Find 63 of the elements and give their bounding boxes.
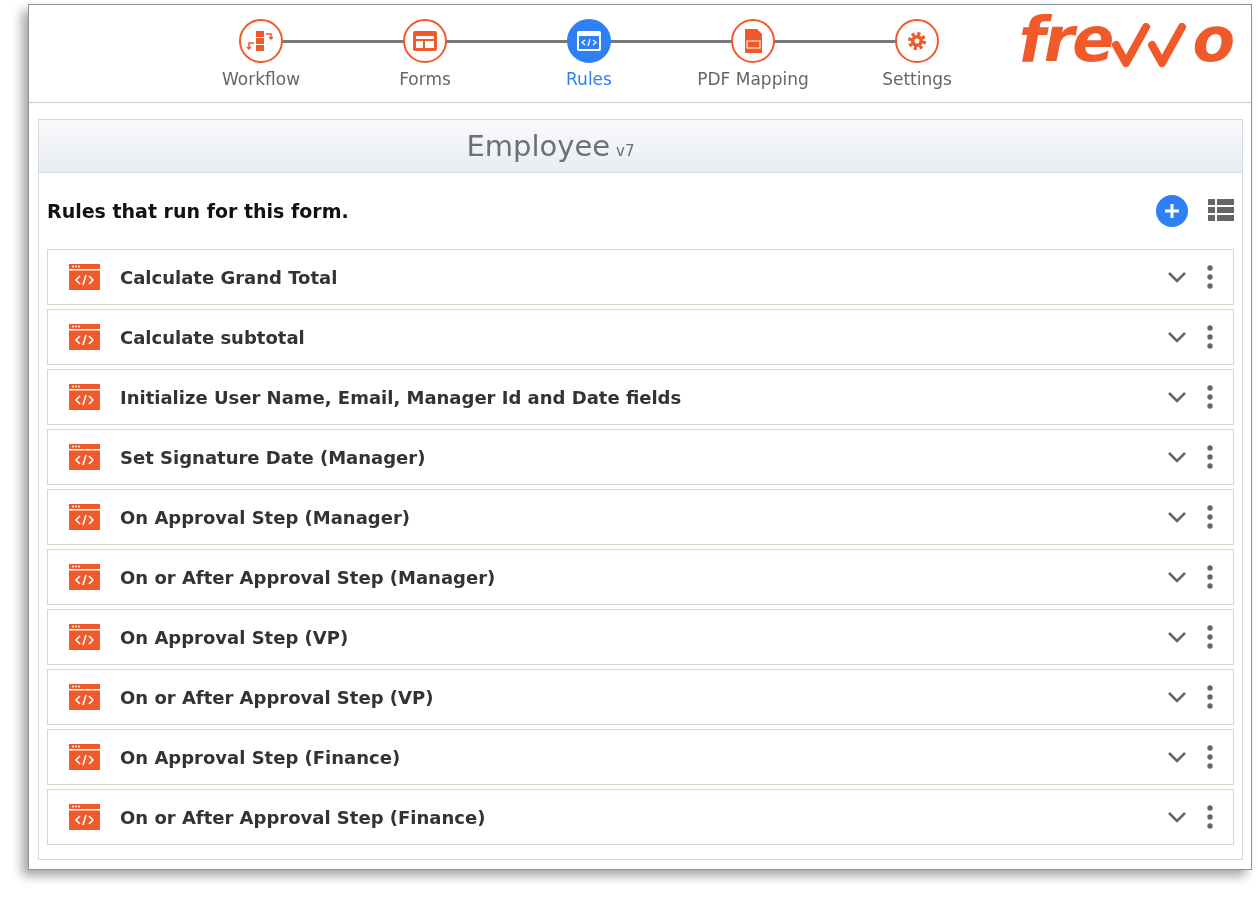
rule-row[interactable]: On or After Approval Step (Finance)	[47, 789, 1234, 845]
chevron-button[interactable]	[1167, 631, 1187, 643]
rule-row[interactable]: Set Signature Date (Manager)	[47, 429, 1234, 485]
rule-name: On or After Approval Step (Finance)	[120, 806, 487, 828]
rule-row[interactable]: On Approval Step (Manager)	[47, 489, 1234, 545]
chevron-button[interactable]	[1167, 511, 1187, 523]
chevron-button[interactable]	[1167, 391, 1187, 403]
more-options-button[interactable]	[1207, 265, 1213, 289]
code-window-icon	[69, 444, 100, 470]
chevron-button[interactable]	[1167, 451, 1187, 463]
code-window-icon	[69, 624, 100, 650]
chevron-button[interactable]	[1167, 571, 1187, 583]
code-window-icon	[69, 804, 100, 830]
more-options-button[interactable]	[1207, 505, 1213, 529]
rule-row[interactable]: Calculate Grand Total	[47, 249, 1234, 305]
chevron-button[interactable]	[1167, 751, 1187, 763]
plus-icon	[1164, 203, 1180, 219]
rule-name: On Approval Step (VP)	[120, 626, 350, 648]
form-version: v7	[616, 142, 635, 160]
more-options-button[interactable]	[1207, 565, 1213, 589]
add-button[interactable]	[1156, 195, 1188, 227]
more-options-button[interactable]	[1207, 385, 1213, 409]
rule-name: Initialize User Name, Email, Manager Id and Date fields	[120, 386, 683, 408]
more-options-button[interactable]	[1207, 745, 1213, 769]
more-options-button[interactable]	[1207, 805, 1213, 829]
code-window-icon	[69, 564, 100, 590]
more-options-button[interactable]	[1207, 445, 1213, 469]
code-window-icon	[69, 324, 100, 350]
chevron-button[interactable]	[1167, 331, 1187, 343]
rule-row[interactable]: Calculate subtotal	[47, 309, 1234, 365]
chevron-button[interactable]	[1167, 811, 1187, 823]
code-window-icon	[69, 684, 100, 710]
rule-name: Calculate Grand Total	[120, 266, 339, 288]
list-view-button[interactable]	[1208, 198, 1234, 224]
chevron-button[interactable]	[1167, 691, 1187, 703]
rule-name: Set Signature Date (Manager)	[120, 446, 427, 468]
rule-row[interactable]: Initialize User Name, Email, Manager Id and Date fields	[47, 369, 1234, 425]
step-tab[interactable]: Rules	[507, 19, 671, 89]
rule-name: On or After Approval Step (Manager)	[120, 566, 497, 588]
rules-heading: Rules that run for this form.	[47, 200, 350, 222]
rule-name: On or After Approval Step (VP)	[120, 686, 435, 708]
rule-row[interactable]: On Approval Step (VP)	[47, 609, 1234, 665]
rule-row[interactable]: On or After Approval Step (Manager)	[47, 549, 1234, 605]
step-tab[interactable]: PDF Mapping	[671, 19, 835, 89]
rule-row[interactable]: On or After Approval Step (VP)	[47, 669, 1234, 725]
list-icon	[1208, 198, 1234, 221]
more-options-button[interactable]	[1207, 625, 1213, 649]
chevron-button[interactable]	[1167, 271, 1187, 283]
form-title: Employee	[466, 129, 611, 163]
code-window-icon	[69, 504, 100, 530]
step-tab[interactable]: Forms	[343, 19, 507, 89]
code-window-icon	[69, 744, 100, 770]
more-options-button[interactable]	[1207, 325, 1213, 349]
rule-row[interactable]: On Approval Step (Finance)	[47, 729, 1234, 785]
step-tab[interactable]: Workflow	[179, 19, 343, 89]
rule-name: On Approval Step (Finance)	[120, 746, 402, 768]
code-window-icon	[69, 384, 100, 410]
step-tab[interactable]: Settings	[835, 19, 999, 89]
rule-name: Calculate subtotal	[120, 326, 306, 348]
code-window-icon	[69, 264, 100, 290]
logo: fre o	[1018, 9, 1233, 71]
more-options-button[interactable]	[1207, 685, 1213, 709]
rule-name: On Approval Step (Manager)	[120, 506, 411, 528]
